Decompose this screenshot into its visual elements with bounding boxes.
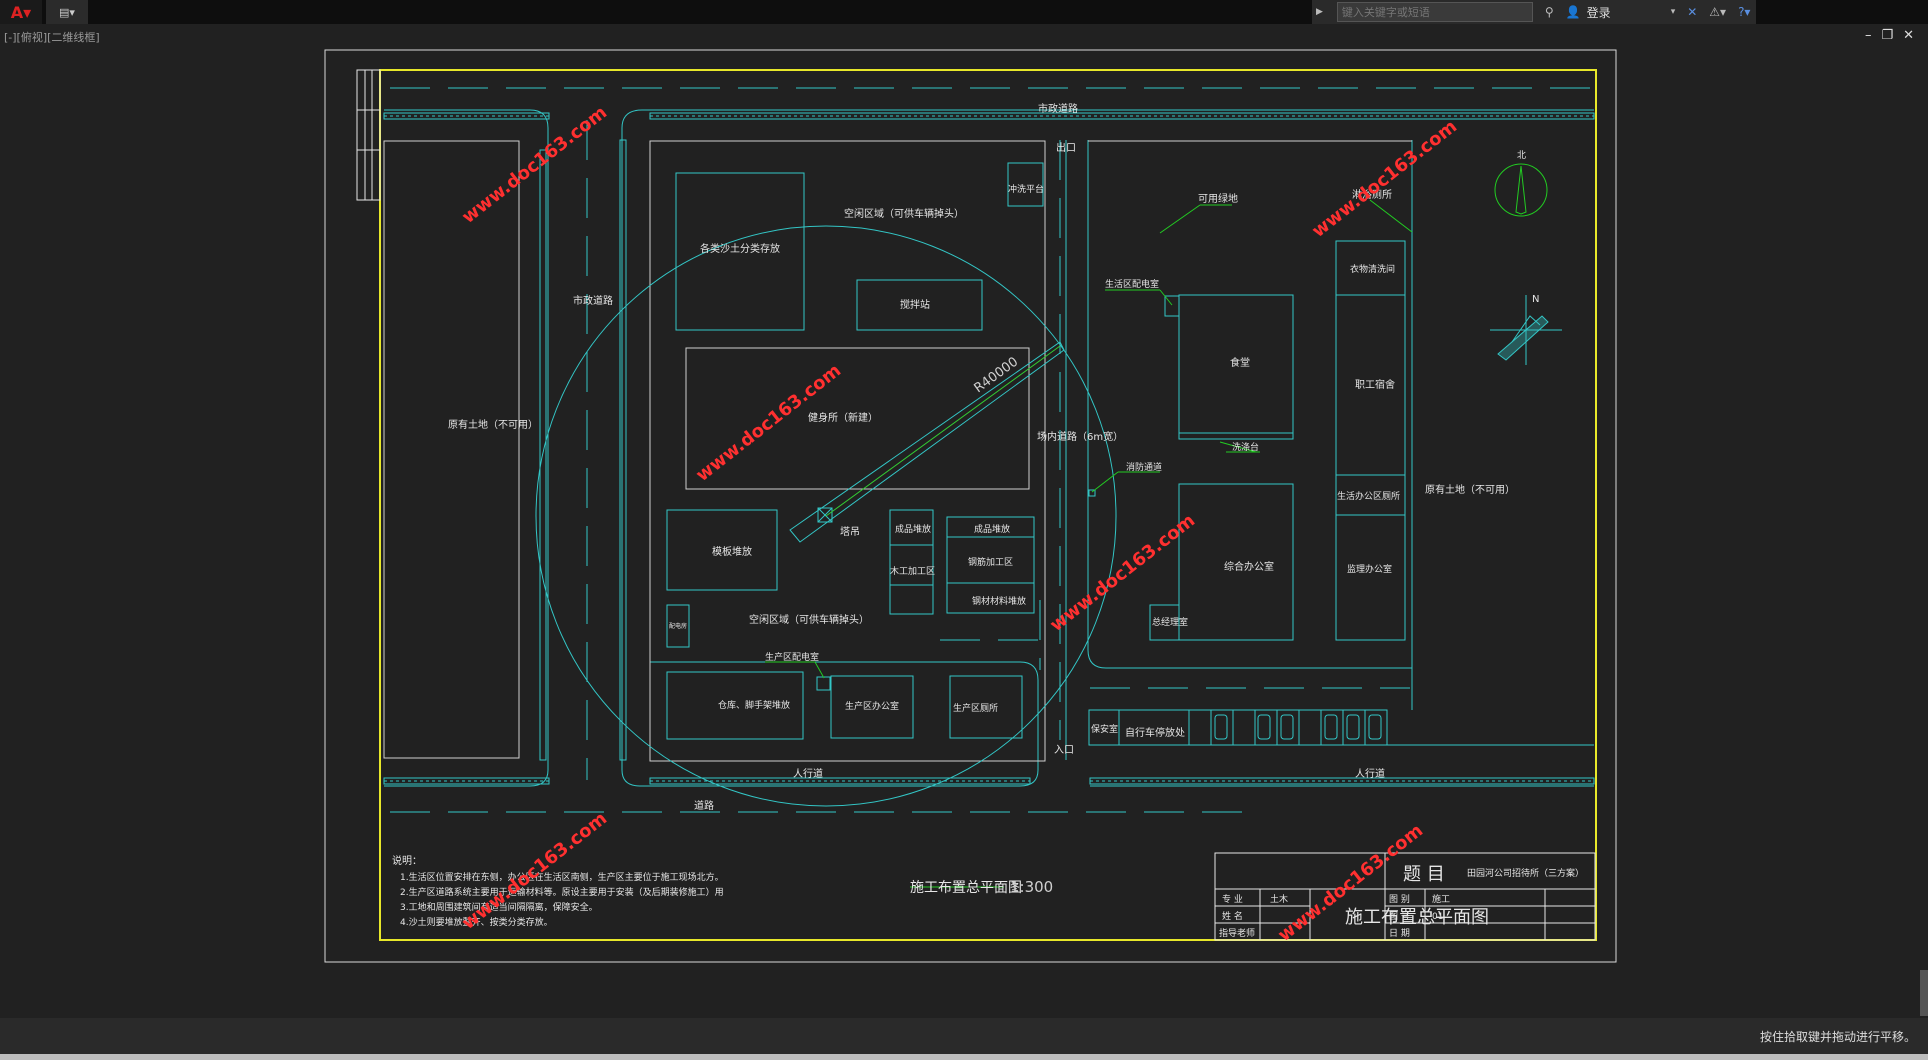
tb-date-key: 日 期 <box>1389 928 1410 939</box>
label-sidewalk-1: 人行道 <box>793 767 823 780</box>
watermark: www.doc163.com <box>458 102 611 228</box>
label-guard: 保安室 <box>1091 723 1118 735</box>
tb-no-key: 图 号 <box>1389 911 1410 922</box>
label-washroom: 衣物清洗间 <box>1350 263 1395 275</box>
label-mixing-station: 搅拌站 <box>900 298 930 311</box>
label-sink: 洗涤台 <box>1232 441 1259 453</box>
label-land-right: 原有土地（不可用） <box>1425 483 1515 496</box>
label-north: 北 <box>1517 150 1526 161</box>
watermark: www.doc163.com <box>458 808 611 934</box>
label-green: 可用绿地 <box>1198 192 1238 205</box>
label-finished-1: 成品堆放 <box>895 523 931 535</box>
note-2: 2.生产区道路系统主要用于运输材料等。原设主要用于安装（及后期装修施工）用 <box>400 886 724 898</box>
label-combined-office: 综合办公室 <box>1224 560 1274 573</box>
note-1: 1.生活区位置安排在东侧，办公区在生活区南侧，生产区主要位于施工现场北方。 <box>400 871 724 883</box>
label-prod-office: 生产区办公室 <box>845 700 899 712</box>
tb-main-title: 施工布置总平面图 <box>1345 907 1489 928</box>
label-warehouse: 仓库、脚手架堆放 <box>718 699 790 711</box>
road-edges <box>384 109 1594 787</box>
tb-cat-key: 图 别 <box>1389 894 1410 905</box>
tb-name-key: 姓 名 <box>1222 910 1243 922</box>
status-message: 按住拾取键并拖动进行平移。 <box>1759 1030 1916 1044</box>
watermark: www.doc163.com <box>1308 116 1461 242</box>
label-exit: 出口 <box>1056 141 1076 154</box>
label-power-room: 配电房 <box>669 622 687 630</box>
vertical-scrollbar[interactable] <box>1920 970 1928 1016</box>
label-crane: 塔吊 <box>840 525 860 538</box>
notes-title: 说明： <box>392 854 422 867</box>
label-open-area-2: 空闲区域（可供车辆掉头） <box>749 613 869 626</box>
plan-title: 施工布置总平面图 <box>910 880 1022 896</box>
tb-major-value: 土木 <box>1270 893 1288 905</box>
label-wash-platform: 冲洗平台 <box>1008 183 1044 195</box>
binding-strip <box>356 69 381 201</box>
plan-scale: 1:300 <box>1010 878 1053 896</box>
label-gym: 健身所（新建） <box>808 411 878 424</box>
label-open-area-1: 空闲区域（可供车辆掉头） <box>844 207 964 220</box>
label-prod-power: 生产区配电室 <box>765 651 819 663</box>
label-n-letter: N <box>1532 294 1539 305</box>
tb-cat-value: 施工 <box>1432 893 1450 905</box>
tb-project: 田园河公司招待所（三方案） <box>1467 867 1584 879</box>
label-land-left: 原有土地（不可用） <box>448 418 538 431</box>
tb-teacher-key: 指导老师 <box>1219 927 1255 939</box>
label-road-left: 市政道路 <box>573 294 613 307</box>
tb-subject: 题 目 <box>1403 864 1445 885</box>
label-dorm: 职工宿舍 <box>1355 378 1395 391</box>
label-carpentry: 木工加工区 <box>890 565 935 577</box>
label-life-power: 生活区配电室 <box>1105 278 1159 290</box>
label-life-toilet: 生活办公区厕所 <box>1337 490 1400 502</box>
label-canteen: 食堂 <box>1230 356 1250 369</box>
bottom-edge <box>0 1054 1928 1060</box>
label-site-road: 场内道路（6m宽） <box>1037 430 1123 443</box>
label-sidewalk-2: 人行道 <box>1355 767 1385 780</box>
label-steel: 钢材材料堆放 <box>972 595 1026 607</box>
label-bike: 自行车停放处 <box>1125 726 1185 739</box>
label-crane-radius: R40000 <box>972 354 1022 396</box>
label-road-top: 市政道路 <box>1038 102 1078 115</box>
label-hydrant: 消防通道 <box>1126 461 1162 473</box>
tb-major-key: 专 业 <box>1222 893 1243 905</box>
label-road-bottom: 道路 <box>694 799 714 812</box>
label-manager: 总经理室 <box>1152 616 1188 628</box>
label-finished-2: 成品堆放 <box>974 523 1010 535</box>
label-formwork: 模板堆放 <box>712 545 752 558</box>
label-supervision: 监理办公室 <box>1347 563 1392 575</box>
label-rebar: 钢筋加工区 <box>968 556 1013 568</box>
label-entrance: 入口 <box>1054 745 1074 756</box>
drawing-canvas[interactable]: 市政道路 市政道路 道路 出口 入口 人行道 人行道 原有土地（不可用） 原有土… <box>0 0 1928 1018</box>
parking-stalls <box>1188 709 1388 746</box>
command-status-bar: 按住拾取键并拖动进行平移。 <box>0 1018 1928 1054</box>
wind-rose-icon <box>1490 295 1562 365</box>
north-arrow-icon <box>1515 165 1527 215</box>
label-prod-toilet: 生产区厕所 <box>953 702 998 714</box>
north-arrow-circle <box>1494 163 1548 217</box>
tb-no-value: 01 <box>1432 912 1443 922</box>
radius-dimension-line <box>825 345 1061 517</box>
drawing-frame <box>379 69 1597 941</box>
label-sand: 各类沙土分类存放 <box>700 242 780 255</box>
